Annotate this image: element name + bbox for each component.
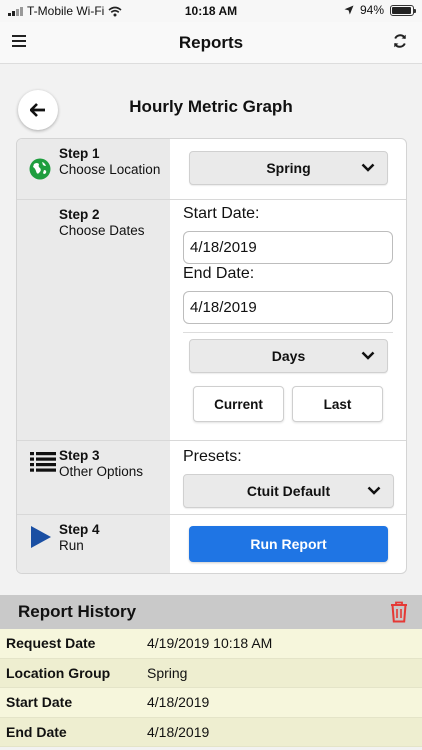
history-row: End Date 4/18/2019 bbox=[0, 717, 422, 747]
step-1-content: Spring bbox=[170, 139, 406, 199]
step-1-label: Step 1 Choose Location bbox=[17, 139, 170, 199]
header-title: Reports bbox=[178, 33, 244, 52]
step-3-number: Step 3 bbox=[59, 448, 100, 463]
history-title: Report History bbox=[18, 602, 137, 621]
location-dropdown[interactable]: Spring bbox=[189, 151, 388, 185]
history-header: Report History bbox=[0, 595, 422, 629]
step-3-row: Step 3 Other Options Presets: Ctuit Defa… bbox=[17, 441, 406, 515]
step-3-text: Step 3 Other Options bbox=[59, 448, 143, 480]
battery-percent: 94% bbox=[359, 3, 384, 17]
start-date-input[interactable]: 4/18/2019 bbox=[183, 231, 393, 264]
step-1-name: Choose Location bbox=[59, 162, 161, 177]
step-2-content: Start Date: 4/18/2019 End Date: 4/18/201… bbox=[170, 200, 406, 440]
step-4-content: Run Report bbox=[170, 515, 406, 573]
history-row-key: End Date bbox=[6, 723, 67, 740]
step-1-text: Step 1 Choose Location bbox=[59, 146, 160, 178]
app-header: Reports bbox=[0, 22, 422, 64]
step-4-label: Step 4 Run bbox=[17, 515, 170, 573]
history-row-value: 4/19/2019 10:18 AM bbox=[147, 635, 273, 652]
refresh-icon[interactable] bbox=[392, 33, 408, 49]
history-row-key: Start Date bbox=[6, 694, 73, 711]
history-row: Location Group Spring bbox=[0, 658, 422, 688]
step-1-row: Step 1 Choose Location Spring bbox=[17, 139, 406, 200]
chevron-down-icon bbox=[361, 351, 375, 360]
date-divider bbox=[183, 332, 393, 333]
status-bar: T-Mobile Wi-Fi 10:18 AM 94% bbox=[0, 0, 422, 22]
history-row-value: Spring bbox=[147, 664, 188, 681]
presets-dropdown-value: Ctuit Default bbox=[246, 483, 331, 499]
history-row: Start Date 4/18/2019 bbox=[0, 688, 422, 718]
steps-card: Step 1 Choose Location Spring Step 2 Cho… bbox=[16, 138, 407, 574]
step-4-text: Step 4 Run bbox=[59, 522, 100, 554]
location-dropdown-value: Spring bbox=[266, 160, 311, 176]
step-3-content: Presets: Ctuit Default bbox=[170, 441, 406, 514]
presets-dropdown[interactable]: Ctuit Default bbox=[183, 474, 394, 508]
history-row-key: Request Date bbox=[6, 635, 96, 652]
range-dropdown-value: Days bbox=[271, 348, 306, 364]
step-3-label: Step 3 Other Options bbox=[17, 441, 170, 514]
history-row-value: 4/18/2019 bbox=[147, 723, 210, 740]
step-1-number: Step 1 bbox=[59, 146, 100, 161]
last-button[interactable]: Last bbox=[292, 386, 383, 422]
chevron-down-icon bbox=[367, 486, 381, 495]
step-2-name: Choose Dates bbox=[59, 223, 145, 238]
history-table: Request Date 4/19/2019 10:18 AM Location G… bbox=[0, 629, 422, 747]
start-date-label: Start Date: bbox=[183, 205, 260, 222]
step-4-name: Run bbox=[59, 538, 84, 553]
step-2-label: Step 2 Choose Dates bbox=[17, 200, 170, 440]
chevron-down-icon bbox=[361, 163, 375, 172]
presets-label: Presets: bbox=[183, 448, 242, 465]
status-right: 94% bbox=[344, 3, 416, 17]
step-2-number: Step 2 bbox=[59, 207, 100, 222]
step-4-number: Step 4 bbox=[59, 522, 100, 537]
step-2-text: Step 2 Choose Dates bbox=[59, 207, 145, 239]
location-arrow-icon bbox=[344, 5, 354, 15]
step-3-name: Other Options bbox=[59, 464, 144, 479]
history-row: Request Date 4/19/2019 10:18 AM bbox=[0, 629, 422, 659]
globe-icon bbox=[29, 158, 51, 180]
end-date-label: End Date: bbox=[183, 265, 255, 282]
play-icon bbox=[31, 526, 51, 548]
step-2-row: Step 2 Choose Dates Start Date: 4/18/201… bbox=[17, 200, 406, 441]
list-icon bbox=[30, 452, 56, 472]
end-date-input[interactable]: 4/18/2019 bbox=[183, 291, 393, 324]
range-dropdown[interactable]: Days bbox=[189, 339, 388, 373]
history-row-key: Location Group bbox=[6, 664, 111, 681]
history-row-value: 4/18/2019 bbox=[147, 694, 210, 711]
step-4-row: Step 4 Run Run Report bbox=[17, 515, 406, 573]
current-button[interactable]: Current bbox=[193, 386, 284, 422]
battery-level bbox=[392, 6, 411, 14]
page-title: Hourly Metric Graph bbox=[129, 97, 293, 116]
run-report-button[interactable]: Run Report bbox=[189, 526, 388, 562]
trash-icon[interactable] bbox=[389, 601, 409, 623]
battery-icon bbox=[390, 4, 416, 16]
